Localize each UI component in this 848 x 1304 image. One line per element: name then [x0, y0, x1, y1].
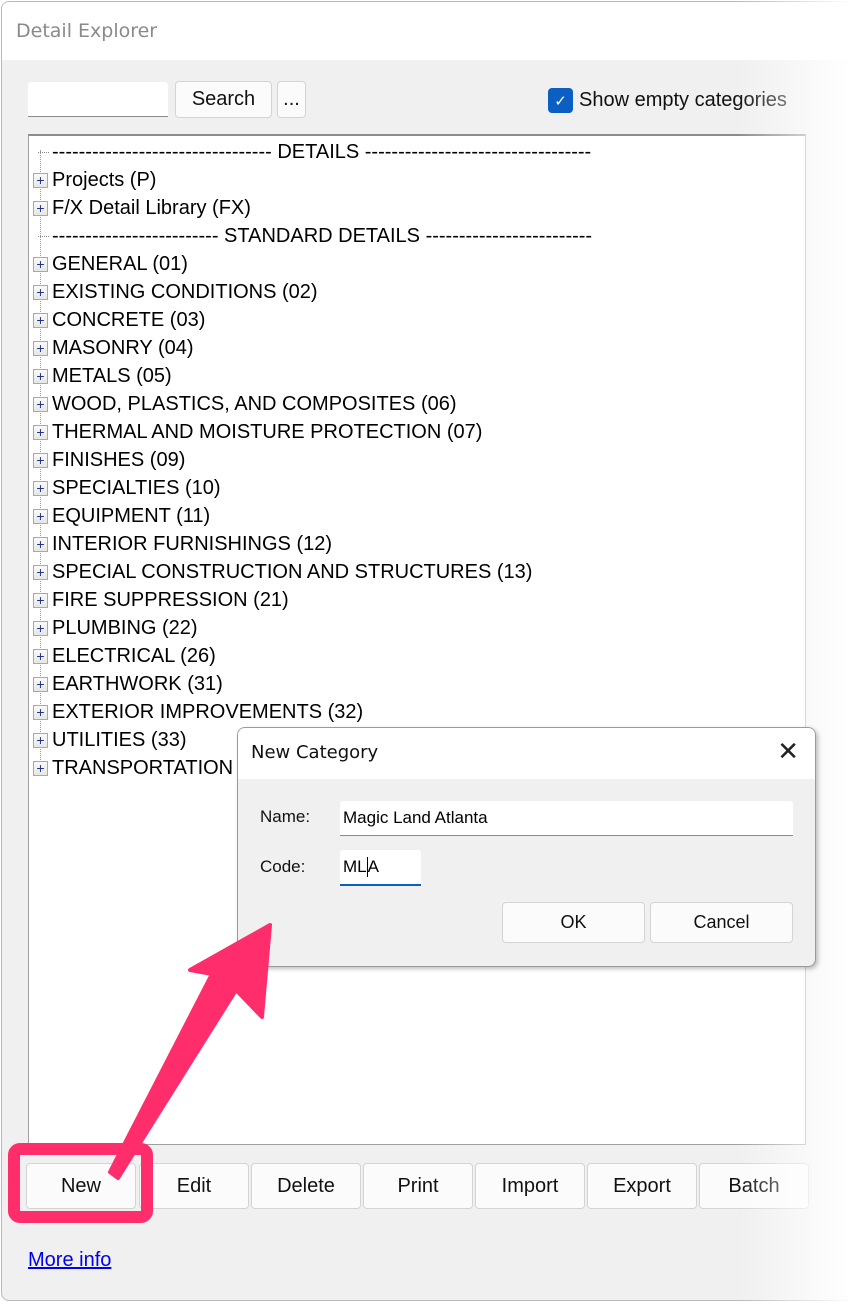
expand-plus-icon[interactable]: +	[33, 284, 48, 300]
tree-node-label: INTERIOR FURNISHINGS (12)	[52, 532, 333, 555]
tree-node-label: FINISHES (09)	[52, 448, 186, 471]
tree-node[interactable]: + MASONRY (04)	[29, 334, 194, 362]
tree-node-label: Projects (P)	[52, 168, 157, 191]
expand-plus-icon[interactable]: +	[33, 648, 48, 664]
expand-plus-icon[interactable]: +	[33, 564, 48, 580]
tree-node-label: PLUMBING (22)	[52, 616, 198, 639]
tree-node[interactable]: + UTILITIES (33)	[29, 726, 186, 754]
tree-node-label: EARTHWORK (31)	[52, 672, 223, 695]
tree-node[interactable]: + THERMAL AND MOISTURE PROTECTION (07)	[29, 418, 482, 446]
close-icon[interactable]: ✕	[777, 738, 799, 764]
expand-plus-icon[interactable]: +	[33, 396, 48, 412]
new-category-dialog: New Category ✕ Name: Magic Land Atlanta …	[237, 727, 816, 967]
expand-plus-icon[interactable]: +	[33, 508, 48, 524]
search-button[interactable]: Search	[175, 81, 272, 118]
name-field[interactable]: Magic Land Atlanta	[340, 801, 793, 836]
tree-separator[interactable]: ------------------------- STANDARD DETAI…	[29, 222, 592, 250]
expand-plus-icon[interactable]: +	[33, 704, 48, 720]
tree-node-label: MASONRY (04)	[52, 336, 194, 359]
more-info-link[interactable]: More info	[28, 1249, 111, 1272]
detail-explorer-window: Detail Explorer Search ... ✓ Show empty …	[1, 1, 848, 1301]
more-options-button[interactable]: ...	[277, 81, 306, 118]
expand-plus-icon[interactable]: +	[33, 172, 48, 188]
tree-node-label: --------------------------------- DETAIL…	[52, 140, 592, 163]
code-label: Code:	[260, 857, 306, 876]
checkbox-checked-icon[interactable]: ✓	[548, 88, 573, 113]
tree-node-label: SPECIALTIES (10)	[52, 476, 221, 499]
tree-node[interactable]: + METALS (05)	[29, 362, 172, 390]
tree-node-label: CONCRETE (03)	[52, 308, 206, 331]
search-input[interactable]	[28, 82, 168, 117]
expand-plus-icon[interactable]: +	[33, 424, 48, 440]
tree-node-label: FIRE SUPPRESSION (21)	[52, 588, 289, 611]
tree-node-label: UTILITIES (33)	[52, 728, 187, 751]
export-button[interactable]: Export	[587, 1163, 697, 1209]
tree-node[interactable]: + EXTERIOR IMPROVEMENTS (32)	[29, 698, 363, 726]
tree-node[interactable]: + CONCRETE (03)	[29, 306, 205, 334]
edit-button[interactable]: Edit	[139, 1163, 249, 1209]
tree-node-label: WOOD, PLASTICS, AND COMPOSITES (06)	[52, 392, 457, 415]
expand-plus-icon[interactable]: +	[33, 368, 48, 384]
tree-node[interactable]: + GENERAL (01)	[29, 250, 188, 278]
tree-node[interactable]: + FIRE SUPPRESSION (21)	[29, 586, 289, 614]
expand-plus-icon[interactable]: +	[33, 760, 48, 776]
dialog-title-bar[interactable]: New Category ✕	[238, 728, 815, 779]
tree-node-label: SPECIAL CONSTRUCTION AND STRUCTURES (13)	[52, 560, 533, 583]
tree-node-label: F/X Detail Library (FX)	[52, 196, 251, 219]
expand-plus-icon[interactable]: +	[33, 452, 48, 468]
expand-plus-icon[interactable]: +	[33, 200, 48, 216]
tree-node[interactable]: + Projects (P)	[29, 166, 156, 194]
tree-node[interactable]: + WOOD, PLASTICS, AND COMPOSITES (06)	[29, 390, 457, 418]
tree-node-label: EXTERIOR IMPROVEMENTS (32)	[52, 700, 364, 723]
code-field[interactable]: ML A	[340, 850, 421, 886]
window-title: Detail Explorer	[16, 20, 158, 42]
tree-node-label: THERMAL AND MOISTURE PROTECTION (07)	[52, 420, 483, 443]
expand-plus-icon[interactable]: +	[33, 536, 48, 552]
tree-node-label: TRANSPORTATION	[52, 756, 234, 779]
tree-node[interactable]: + SPECIAL CONSTRUCTION AND STRUCTURES (13…	[29, 558, 532, 586]
cancel-button[interactable]: Cancel	[650, 902, 793, 943]
tree-node[interactable]: + PLUMBING (22)	[29, 614, 198, 642]
tree-node-label: ELECTRICAL (26)	[52, 644, 216, 667]
tree-node[interactable]: + TRANSPORTATION	[29, 754, 233, 782]
tree-node[interactable]: + FINISHES (09)	[29, 446, 185, 474]
expand-plus-icon[interactable]: +	[33, 312, 48, 328]
tree-separator[interactable]: --------------------------------- DETAIL…	[29, 138, 591, 166]
tree-node-label: EXISTING CONDITIONS (02)	[52, 280, 318, 303]
batch-button[interactable]: Batch	[699, 1163, 809, 1209]
show-empty-categories-checkbox[interactable]: ✓ Show empty categories	[548, 88, 787, 113]
tree-node[interactable]: + ELECTRICAL (26)	[29, 642, 216, 670]
expand-plus-icon[interactable]: +	[33, 340, 48, 356]
tree-node[interactable]: + SPECIALTIES (10)	[29, 474, 221, 502]
dialog-title: New Category	[251, 742, 379, 763]
tree-node[interactable]: + EQUIPMENT (11)	[29, 502, 210, 530]
tree-node-label: GENERAL (01)	[52, 252, 188, 275]
print-button[interactable]: Print	[363, 1163, 473, 1209]
code-value-before-caret: ML	[343, 857, 367, 876]
title-bar[interactable]: Detail Explorer	[2, 2, 848, 60]
tree-node-label: METALS (05)	[52, 364, 172, 387]
code-value-after-caret: A	[367, 857, 379, 876]
tree-node[interactable]: + EARTHWORK (31)	[29, 670, 223, 698]
category-tree[interactable]: --------------------------------- DETAIL…	[28, 134, 806, 1145]
expand-plus-icon[interactable]: +	[33, 256, 48, 272]
delete-button[interactable]: Delete	[251, 1163, 361, 1209]
tree-node-label: EQUIPMENT (11)	[52, 504, 211, 527]
import-button[interactable]: Import	[475, 1163, 585, 1209]
tree-connector	[38, 235, 49, 237]
new-button[interactable]: New	[26, 1163, 136, 1209]
expand-plus-icon[interactable]: +	[33, 676, 48, 692]
show-empty-categories-label: Show empty categories	[579, 89, 787, 111]
ok-button[interactable]: OK	[502, 902, 645, 943]
tree-node[interactable]: + F/X Detail Library (FX)	[29, 194, 251, 222]
expand-plus-icon[interactable]: +	[33, 592, 48, 608]
tree-connector	[38, 151, 49, 153]
tree-node-label: ------------------------- STANDARD DETAI…	[52, 224, 593, 247]
expand-plus-icon[interactable]: +	[33, 480, 48, 496]
tree-node[interactable]: + INTERIOR FURNISHINGS (12)	[29, 530, 332, 558]
expand-plus-icon[interactable]: +	[33, 732, 48, 748]
tree-node[interactable]: + EXISTING CONDITIONS (02)	[29, 278, 318, 306]
expand-plus-icon[interactable]: +	[33, 620, 48, 636]
name-label: Name:	[260, 807, 311, 826]
